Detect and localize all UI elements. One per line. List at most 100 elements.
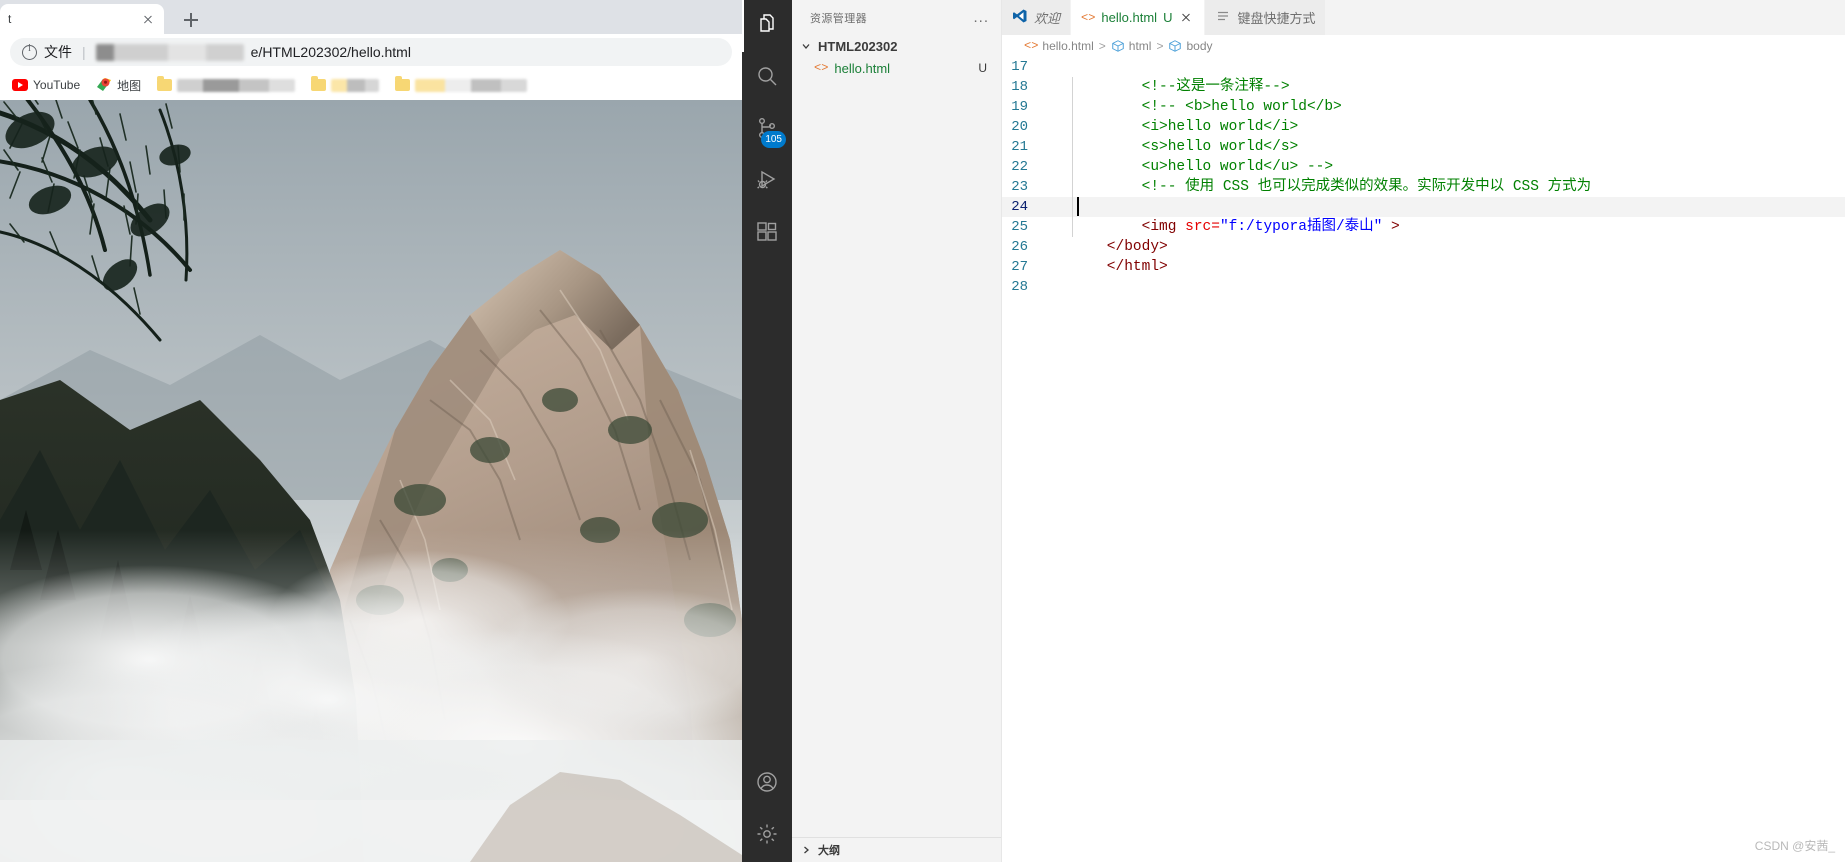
text-cursor: [1077, 197, 1079, 216]
source-control-badge: 105: [761, 131, 786, 148]
tab-hello-html[interactable]: <> hello.html U: [1071, 0, 1206, 35]
breadcrumb-label: html: [1128, 39, 1152, 53]
bookmark-maps[interactable]: 地图: [90, 75, 147, 96]
settings-gear-icon: [755, 822, 779, 851]
url-redacted-block: [95, 43, 244, 61]
code-line[interactable]: 17: [1002, 57, 1845, 77]
activity-explorer[interactable]: [742, 0, 792, 52]
breadcrumb-item-file[interactable]: <> hello.html: [1024, 39, 1094, 53]
code-line-text: <i>hello world</i>: [1050, 117, 1299, 137]
code-line[interactable]: 20 <i>hello world</i>: [1002, 117, 1845, 137]
keyboard-shortcuts-icon: [1215, 8, 1231, 27]
csdn-watermark: CSDN @安茜_: [1754, 839, 1835, 853]
folder-icon: [157, 76, 173, 91]
tab-label: 欢迎: [1034, 11, 1061, 26]
activity-account[interactable]: [742, 758, 792, 810]
breadcrumb-item-body[interactable]: body: [1168, 39, 1213, 53]
bookmarks-bar: YouTube 地图: [0, 70, 742, 100]
code-line[interactable]: 21 <s>hello world</s>: [1002, 137, 1845, 157]
bookmark-folder-1[interactable]: [151, 76, 301, 94]
code-line[interactable]: 26 </body>: [1002, 237, 1845, 257]
code-line-text: <s>hello world</s>: [1050, 137, 1299, 157]
code-line[interactable]: 19 <!-- <b>hello world</b>: [1002, 97, 1845, 117]
html-file-icon: <>: [1081, 10, 1096, 25]
close-icon[interactable]: [140, 11, 156, 27]
bookmark-label: 地图: [117, 78, 142, 93]
code-line-text: </body>: [1050, 237, 1168, 257]
vscode-window: 105 资源管理器 ... HTML202302 <> hello.html U…: [742, 0, 1845, 862]
new-tab-button[interactable]: [178, 7, 204, 33]
mountain-photo: [0, 100, 742, 862]
chrome-browser-window: t 文件 | e/HTML202302/hello.html YouTube: [0, 0, 742, 862]
screen: t 文件 | e/HTML202302/hello.html YouTube: [0, 0, 1845, 862]
folder-icon: [311, 76, 327, 91]
activity-bar-bottom: [742, 758, 792, 862]
code-line[interactable]: 23 <!-- 使用 CSS 也可以完成类似的效果。实际开发中以 CSS 方式为: [1002, 177, 1845, 197]
line-number: 25: [1011, 219, 1028, 235]
activity-source-control[interactable]: 105: [742, 104, 792, 156]
run-debug-icon: [755, 168, 779, 197]
bookmark-folder-2[interactable]: [305, 76, 385, 94]
address-bar[interactable]: 文件 | e/HTML202302/hello.html: [10, 38, 732, 66]
code-line-text: </html>: [1050, 257, 1168, 277]
symbol-cube-icon: [1111, 39, 1125, 53]
bookmark-label: YouTube: [33, 78, 81, 92]
code-token: <i>hello world</i>: [1072, 119, 1299, 135]
code-token: <s>hello world</s>: [1072, 139, 1299, 155]
code-line-text: <img src="f:/typora插图/泰山" >: [1050, 217, 1400, 237]
sidebar-title: 资源管理器: [810, 12, 867, 25]
code-token: <img: [1072, 219, 1186, 235]
more-actions-button[interactable]: ...: [973, 10, 989, 25]
tab-label: hello.html: [1101, 10, 1158, 25]
breadcrumb-item-html[interactable]: html: [1111, 39, 1152, 53]
activity-settings[interactable]: [742, 810, 792, 862]
tab-keyboard-shortcuts[interactable]: 键盘快捷方式: [1205, 0, 1327, 35]
browser-tab-title: t: [8, 12, 12, 26]
code-token: <!--这是一条注释-->: [1072, 79, 1290, 95]
line-number: 23: [1011, 179, 1028, 195]
breadcrumb-label: body: [1186, 39, 1213, 53]
browser-tab-strip: t: [0, 0, 742, 34]
code-line[interactable]: 24: [1002, 197, 1845, 217]
maps-pin-icon: [96, 77, 112, 93]
info-circle-icon[interactable]: [22, 43, 37, 60]
chevron-right-icon: [798, 842, 814, 858]
code-line[interactable]: 27 </html>: [1002, 257, 1845, 277]
code-token: </body>: [1072, 239, 1168, 255]
indent-guide: [1072, 77, 1073, 237]
line-number: 24: [1011, 199, 1028, 215]
folder-icon: [395, 76, 411, 91]
code-token: >: [1382, 219, 1400, 235]
line-number: 28: [1011, 279, 1028, 295]
editor-tab-bar: 欢迎 <> hello.html U 键盘快捷方式: [1002, 0, 1845, 35]
outline-section-header[interactable]: 大纲: [792, 837, 1001, 862]
line-number: 27: [1011, 259, 1028, 275]
url-text: e/HTML202302/hello.html: [250, 44, 411, 60]
code-line[interactable]: 25 <img src="f:/typora插图/泰山" >: [1002, 217, 1845, 237]
browser-page-viewport: [0, 100, 742, 862]
close-icon[interactable]: [1178, 10, 1194, 26]
search-icon: [755, 64, 779, 93]
tab-welcome[interactable]: 欢迎: [1002, 0, 1072, 35]
browser-tab[interactable]: t: [0, 4, 164, 34]
code-line-text: <!-- 使用 CSS 也可以完成类似的效果。实际开发中以 CSS 方式为: [1050, 177, 1592, 197]
explorer-file-hello-html[interactable]: <> hello.html U: [792, 57, 1001, 79]
code-line-text: <u>hello world</u> -->: [1050, 157, 1333, 177]
folder-label: HTML202302: [818, 38, 898, 54]
code-line[interactable]: 18 <!--这是一条注释-->: [1002, 77, 1845, 97]
code-line[interactable]: 28: [1002, 277, 1845, 297]
activity-search[interactable]: [742, 52, 792, 104]
code-line[interactable]: 22 <u>hello world</u> -->: [1002, 157, 1845, 177]
bookmark-folder-3[interactable]: [389, 76, 533, 94]
activity-extensions[interactable]: [742, 208, 792, 260]
bookmark-youtube[interactable]: YouTube: [6, 76, 86, 94]
code-line-text: <!--这是一条注释-->: [1050, 77, 1290, 97]
activity-run-debug[interactable]: [742, 156, 792, 208]
bookmark-redacted-label: [177, 78, 296, 92]
explorer-sidebar: 资源管理器 ... HTML202302 <> hello.html U 大纲: [792, 0, 1002, 862]
code-line-text: <!-- <b>hello world</b>: [1050, 97, 1342, 117]
code-editor[interactable]: 17 18 <!--这是一条注释--> 19 <!-- <b>hello world…: [1002, 57, 1845, 297]
browser-toolbar: 文件 | e/HTML202302/hello.html: [0, 34, 742, 70]
line-number: 19: [1011, 99, 1028, 115]
explorer-folder-root[interactable]: HTML202302: [792, 35, 1001, 57]
